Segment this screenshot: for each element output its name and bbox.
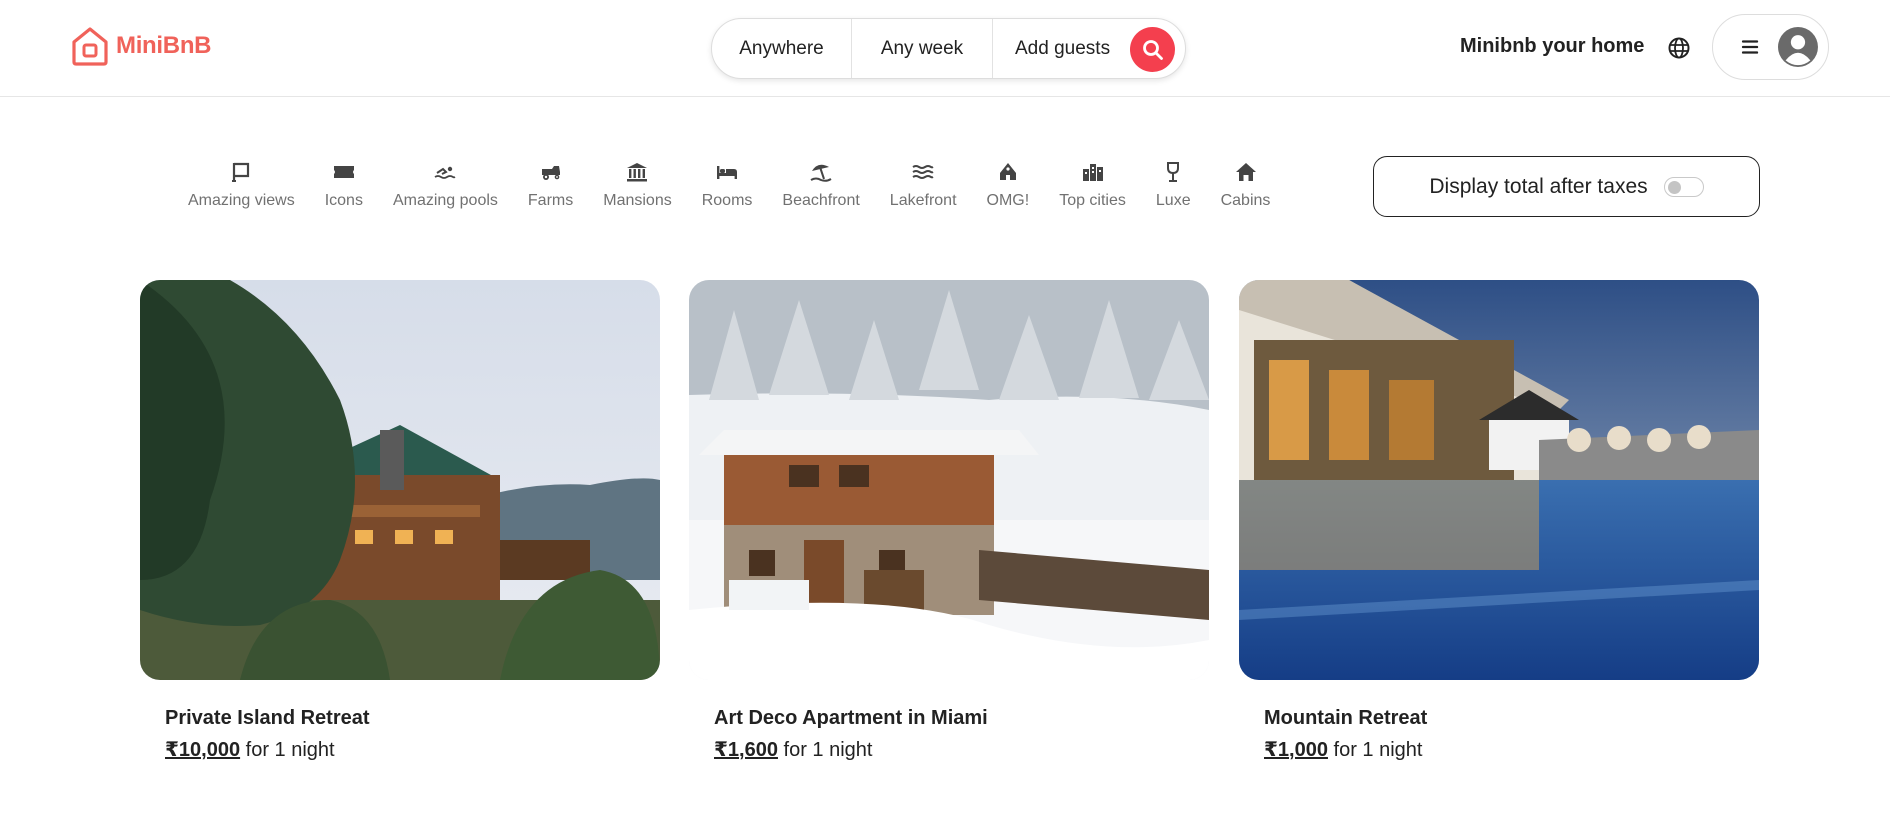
- category-top-cities[interactable]: Top cities: [1059, 160, 1126, 210]
- listing-price-row: ₹1,000 for 1 night: [1264, 737, 1422, 762]
- category-label: Beachfront: [782, 192, 860, 209]
- category-label: Luxe: [1155, 192, 1191, 209]
- listing-price[interactable]: ₹1,000: [1264, 739, 1328, 761]
- search-button[interactable]: [1130, 27, 1175, 72]
- price-suffix: for 1 night: [1333, 739, 1423, 761]
- display-taxes-toggle[interactable]: Display total after taxes: [1373, 156, 1760, 217]
- category-omg[interactable]: OMG!: [986, 160, 1030, 210]
- category-label: Top cities: [1059, 192, 1126, 209]
- house-logo-icon: [72, 27, 108, 66]
- category-cabins[interactable]: Cabins: [1220, 160, 1271, 210]
- hamburger-icon: [1741, 40, 1759, 54]
- price-suffix: for 1 night: [245, 739, 335, 761]
- bed-icon: [717, 166, 738, 179]
- price-suffix: for 1 night: [783, 739, 873, 761]
- category-label: Rooms: [701, 192, 753, 209]
- tractor-icon: [541, 166, 560, 180]
- search-icon: [1142, 39, 1163, 60]
- search-location[interactable]: Anywhere: [712, 19, 852, 78]
- column-building-icon: [627, 163, 648, 182]
- category-amazing-pools[interactable]: Amazing pools: [393, 160, 498, 210]
- taxes-label: Display total after taxes: [1429, 174, 1648, 198]
- swimmer-icon: [434, 166, 456, 179]
- brand-logo[interactable]: MiniBnB: [70, 25, 212, 67]
- category-label: Icons: [324, 192, 363, 209]
- snowy-chalet-photo: [689, 280, 1209, 680]
- listing-card[interactable]: Mountain Retreat ₹1,000 for 1 night: [1239, 280, 1759, 761]
- category-farms[interactable]: Farms: [528, 160, 573, 210]
- globe-icon[interactable]: [1667, 36, 1691, 60]
- category-mansions[interactable]: Mansions: [603, 160, 672, 210]
- listing-price[interactable]: ₹1,600: [714, 739, 778, 761]
- listing-price[interactable]: ₹10,000: [165, 739, 240, 761]
- user-menu-button[interactable]: [1712, 14, 1829, 80]
- listing-card[interactable]: Private Island Retreat ₹10,000 for 1 nig…: [140, 280, 660, 761]
- listing-card[interactable]: Art Deco Apartment in Miami ₹1,600 for 1…: [689, 280, 1209, 761]
- category-label: Mansions: [603, 192, 672, 209]
- category-label: Amazing pools: [392, 192, 498, 209]
- category-luxe[interactable]: Luxe: [1156, 160, 1191, 210]
- house-icon: [1235, 163, 1256, 181]
- category-label: Farms: [527, 192, 574, 209]
- category-label: Cabins: [1220, 192, 1271, 209]
- category-filter-bar: Amazing views Icons Amazing pools Farms …: [188, 160, 1270, 210]
- taxes-switch[interactable]: [1663, 176, 1704, 197]
- host-your-home-link[interactable]: Minibnb your home: [1460, 35, 1644, 58]
- user-avatar-icon: [1778, 27, 1818, 67]
- ufo-house-icon: [999, 163, 1016, 180]
- city-skyline-icon: [1082, 164, 1103, 181]
- top-navbar: MiniBnB Anywhere Any week Add guests Min…: [0, 0, 1890, 97]
- listing-title: Art Deco Apartment in Miami: [714, 707, 988, 729]
- category-rooms[interactable]: Rooms: [701, 160, 753, 210]
- switch-knob: [1667, 180, 1681, 194]
- category-label: Lakefront: [889, 192, 957, 209]
- search-bar[interactable]: Anywhere Any week Add guests: [711, 18, 1186, 79]
- category-label: Amazing views: [188, 192, 295, 209]
- category-beachfront[interactable]: Beachfront: [782, 160, 860, 210]
- category-label: OMG!: [986, 192, 1030, 209]
- listing-title: Private Island Retreat: [165, 707, 370, 729]
- listing-price-row: ₹10,000 for 1 night: [165, 737, 335, 762]
- category-lakefront[interactable]: Lakefront: [890, 160, 957, 210]
- beach-umbrella-icon: [810, 164, 832, 182]
- category-amazing-views[interactable]: Amazing views: [188, 160, 295, 210]
- flag-frame-icon: [232, 162, 250, 182]
- waves-icon: [912, 165, 934, 179]
- listing-price-row: ₹1,600 for 1 night: [714, 737, 872, 762]
- search-dates[interactable]: Any week: [852, 19, 993, 78]
- listing-title: Mountain Retreat: [1264, 707, 1428, 729]
- log-lodge-photo: [140, 280, 660, 680]
- brand-name: MiniBnB: [116, 32, 212, 59]
- ticket-icon: [333, 166, 354, 178]
- resort-pool-photo: [1239, 280, 1759, 680]
- wine-glass-icon: [1167, 162, 1180, 182]
- category-icons[interactable]: Icons: [325, 160, 363, 210]
